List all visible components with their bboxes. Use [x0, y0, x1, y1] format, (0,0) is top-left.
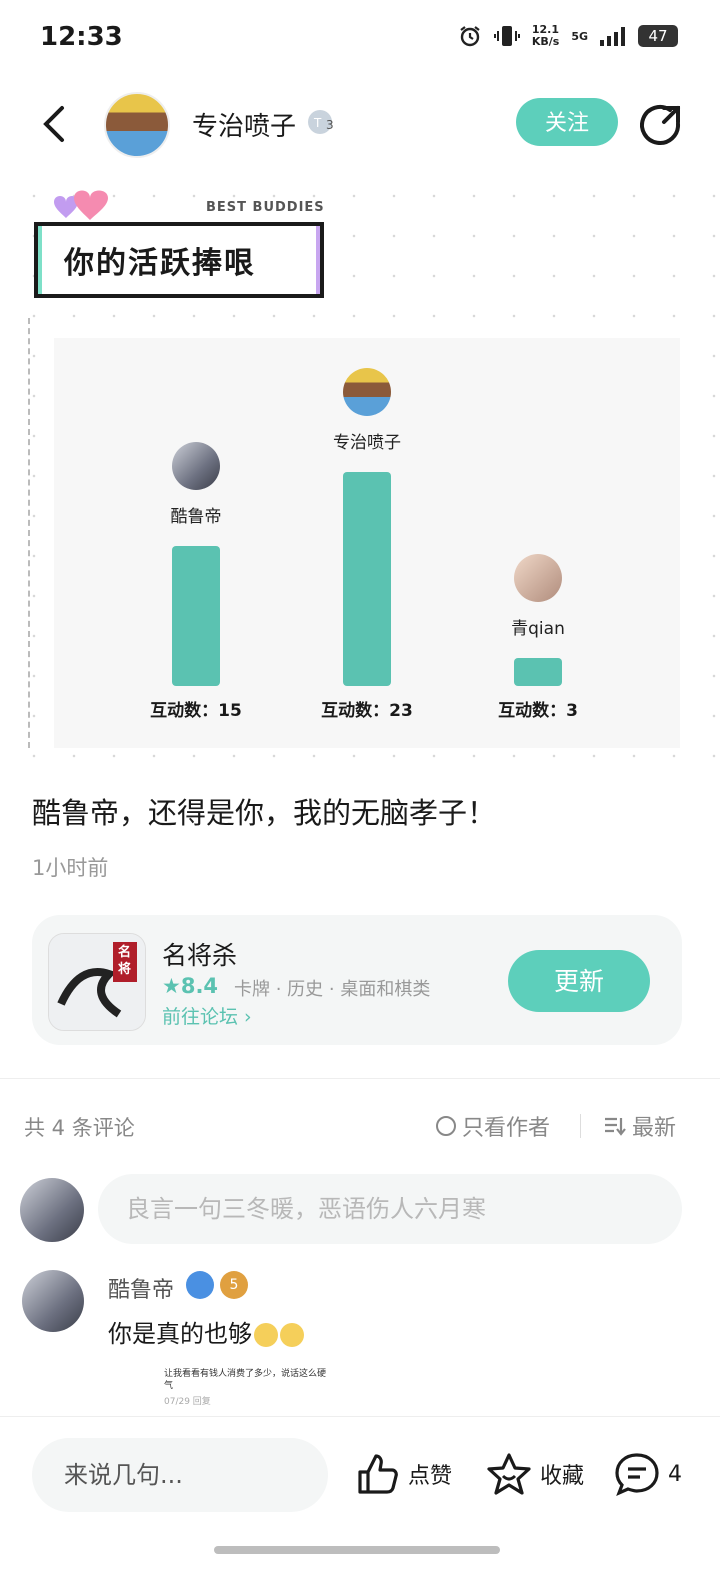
comment-count: 共 4 条评论	[24, 1116, 135, 1140]
home-indicator	[214, 1546, 500, 1554]
favorite-button[interactable]: 收藏	[486, 1452, 584, 1496]
chart-bar	[172, 546, 220, 686]
status-time: 12:33	[40, 22, 123, 52]
chart-bar-count: 互动数：23	[321, 701, 413, 721]
comment-image-text: 让我看看有钱人消费了多少，说话这么硬气	[164, 1369, 327, 1391]
chart-bar	[514, 658, 562, 686]
author-only-toggle[interactable]: 只看作者	[436, 1110, 550, 1142]
back-icon[interactable]	[38, 104, 72, 144]
comment-button[interactable]: 4	[614, 1452, 682, 1496]
post-text: 酷鲁帝，还得是你，我的无脑孝子！	[32, 796, 497, 830]
comment-bubble-icon	[615, 1453, 659, 1496]
favorite-label: 收藏	[540, 1464, 585, 1489]
author-only-label: 只看作者	[462, 1116, 551, 1141]
follow-button[interactable]: 关注	[516, 98, 618, 146]
forum-link-label: 前往论坛	[162, 1006, 239, 1028]
app-rating-value: 8.4	[180, 974, 219, 998]
thumb-badge-icon	[186, 1271, 214, 1299]
comment-image[interactable]: 让我看看有钱人消费了多少，说话这么硬气 07/29 回复	[138, 1356, 338, 1416]
svg-text:T: T	[313, 116, 322, 130]
network-speed: 12.1 KB/s	[532, 24, 559, 48]
share-icon[interactable]	[640, 104, 682, 146]
chevron-right-icon: ›	[238, 1006, 252, 1028]
comment-input[interactable]	[98, 1174, 682, 1244]
commenter-level: 5	[220, 1271, 248, 1299]
star-outline-icon	[487, 1453, 531, 1495]
commenter-name[interactable]: 酷鲁帝	[108, 1272, 174, 1304]
forum-link[interactable]: 前往论坛 ›	[162, 1002, 252, 1029]
chart-bar-avatar	[343, 368, 391, 416]
like-button[interactable]: 点赞	[356, 1452, 452, 1496]
thumbs-up-icon	[358, 1454, 398, 1494]
emoji-icon	[280, 1323, 304, 1347]
alarm-icon	[460, 26, 480, 47]
banner-title: 你的活跃捧哏	[64, 246, 256, 281]
radio-circle-icon	[436, 1116, 456, 1136]
app-tags: 卡牌 · 历史 · 桌面和棋类	[234, 979, 431, 1000]
chart-bar-avatar	[172, 442, 220, 490]
banner-tag: BEST BUDDIES	[206, 200, 325, 215]
comment-image-meta: 07/29 回复	[164, 1397, 211, 1407]
app-icon[interactable]: 名将	[48, 933, 146, 1031]
author-level: 3	[326, 118, 334, 132]
sort-label: 最新	[632, 1116, 677, 1141]
chart-bar	[343, 472, 391, 686]
comment-text: 你是真的也够	[108, 1314, 304, 1349]
battery-icon: 47	[638, 25, 678, 47]
commenter-avatar[interactable]	[22, 1270, 84, 1332]
sort-toggle[interactable]: 最新	[604, 1110, 676, 1142]
network-type: 5G	[571, 29, 588, 43]
author-avatar[interactable]	[104, 92, 170, 158]
section-divider	[0, 1078, 720, 1079]
filter-separator	[580, 1114, 581, 1138]
app-rating: ★8.4	[162, 974, 218, 998]
chart-bar-name: 专治喷子	[333, 433, 401, 453]
app-icon-text: 名将	[118, 945, 132, 977]
speed-unit: KB/s	[531, 35, 560, 48]
post-time: 1小时前	[32, 856, 109, 880]
my-avatar	[20, 1178, 84, 1242]
dashed-divider	[28, 318, 30, 748]
sort-icon	[605, 1117, 626, 1136]
emoji-icon	[254, 1323, 278, 1347]
star-icon: ★	[162, 974, 181, 998]
chart-bar-count: 互动数：3	[498, 701, 578, 721]
chart-bar-avatar	[514, 554, 562, 602]
signal-icon	[600, 27, 625, 46]
chart-bar-count: 互动数：15	[150, 701, 242, 721]
author-name[interactable]: 专治喷子	[192, 106, 296, 143]
comment-text-body: 你是真的也够	[108, 1320, 252, 1348]
vibrate-icon	[493, 26, 520, 46]
chart-bar-name: 酷鲁帝	[170, 507, 222, 527]
comment-count-bottom: 4	[668, 1461, 682, 1487]
like-label: 点赞	[408, 1464, 453, 1489]
update-button[interactable]: 更新	[508, 950, 650, 1012]
app-name[interactable]: 名将杀	[162, 936, 237, 972]
reply-input[interactable]	[32, 1438, 328, 1512]
chart-bar-name: 青qian	[511, 619, 565, 639]
status-icons: 12.1 KB/s 5G 47	[458, 24, 678, 48]
